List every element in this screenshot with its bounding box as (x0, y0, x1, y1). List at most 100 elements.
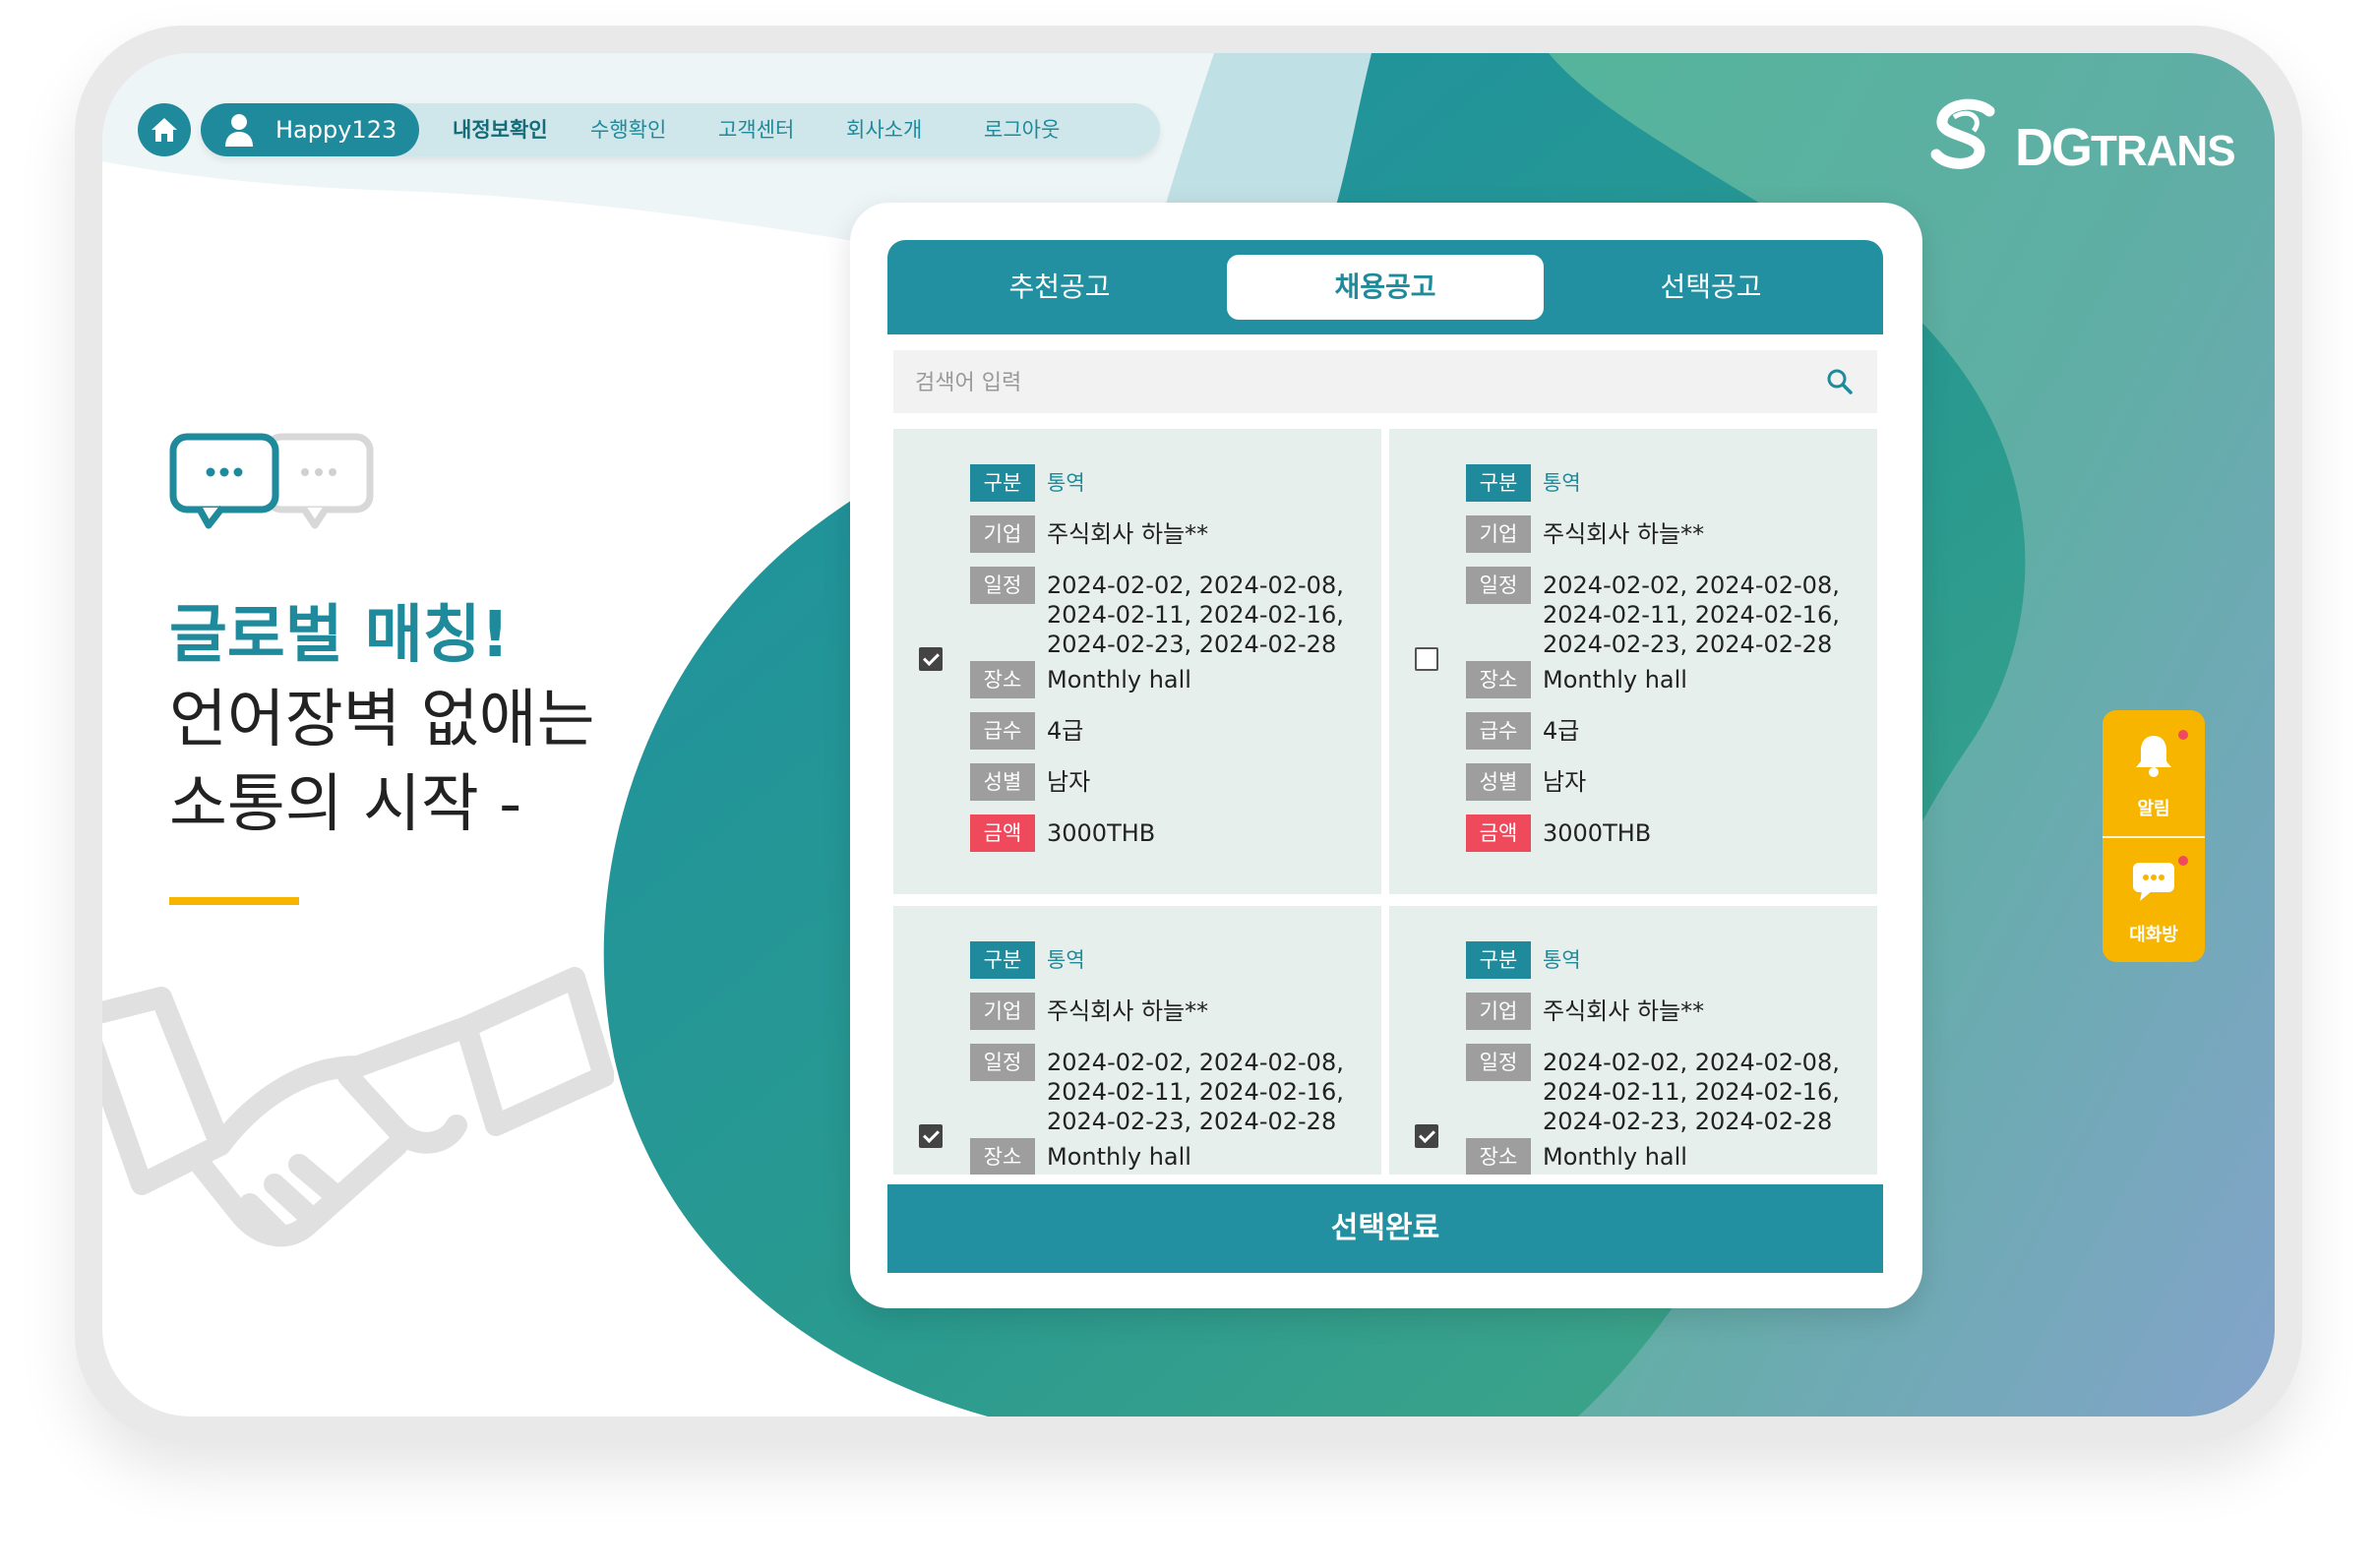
floating-menu: 알림 대화방 (2103, 710, 2205, 962)
field-tag-type: 구분 (1466, 464, 1531, 502)
field-tag-company: 기업 (1466, 515, 1531, 553)
field-tag-grade: 급수 (1466, 712, 1531, 750)
field-row-gender: 성별 남자 (970, 763, 1090, 801)
field-value-amount: 3000THB (1543, 819, 1652, 847)
nav-company-intro[interactable]: 회사소개 (846, 103, 922, 156)
alarm-badge (2178, 730, 2188, 740)
home-button[interactable] (138, 103, 191, 156)
select-complete-button[interactable]: 선택완료 (887, 1184, 1883, 1273)
field-row-place: 장소 Monthly hall (970, 1138, 1191, 1175)
field-value-company: 주식회사 하늘** (1543, 997, 1705, 1025)
field-value-place: Monthly hall (1047, 1143, 1191, 1171)
field-value-gender: 남자 (1543, 768, 1587, 796)
field-row-type: 구분 통역 (1466, 941, 1581, 979)
field-value-type: 통역 (1047, 948, 1085, 972)
tab-recommended[interactable]: 추천공고 (901, 255, 1218, 320)
field-tag-company: 기업 (970, 993, 1035, 1030)
field-tag-type: 구분 (970, 464, 1035, 502)
field-row-amount: 금액 3000THB (1466, 814, 1651, 852)
top-navbar: Happy123 내정보확인 수행확인 고객센터 회사소개 로그아웃 (201, 103, 1160, 156)
nav-performance-check[interactable]: 수행확인 (590, 103, 666, 156)
bell-icon (2136, 736, 2171, 777)
field-row-company: 기업 주식회사 하늘** (1466, 993, 1704, 1030)
field-tag-schedule: 일정 (1466, 1044, 1531, 1081)
field-tag-schedule: 일정 (1466, 567, 1531, 604)
search-bar (893, 350, 1877, 415)
field-value-amount: 3000THB (1047, 819, 1156, 847)
field-row-place: 장소 Monthly hall (1466, 1138, 1687, 1175)
field-row-gender: 성별 남자 (1466, 763, 1586, 801)
tab-recruitment[interactable]: 채용공고 (1227, 255, 1544, 320)
field-row-schedule: 일정 2024-02-02, 2024-02-08, 2024-02-11, 20… (1466, 1044, 1858, 1136)
field-row-company: 기업 주식회사 하늘** (970, 993, 1208, 1030)
field-tag-amount: 금액 (1466, 814, 1531, 852)
field-tag-place: 장소 (970, 661, 1035, 698)
alarm-button[interactable]: 알림 (2103, 710, 2205, 834)
field-value-schedule: 2024-02-02, 2024-02-08, 2024-02-11, 2024… (1047, 572, 1344, 658)
chat-badge (2178, 856, 2188, 866)
field-tag-amount: 금액 (970, 814, 1035, 852)
dgtrans-logo[interactable]: DGTRANS (1924, 97, 2239, 186)
field-row-place: 장소 Monthly hall (1466, 661, 1687, 698)
field-row-type: 구분 통역 (970, 464, 1085, 502)
hero-subtitle-line2: 소통의 시작 - (169, 768, 522, 841)
field-tag-grade: 급수 (970, 712, 1035, 750)
field-row-schedule: 일정 2024-02-02, 2024-02-08, 2024-02-11, 20… (970, 1044, 1362, 1136)
chat-icon (2133, 863, 2174, 901)
home-icon (152, 118, 177, 142)
field-row-company: 기업 주식회사 하늘** (970, 515, 1208, 553)
field-row-company: 기업 주식회사 하늘** (1466, 515, 1704, 553)
field-value-company: 주식회사 하늘** (1047, 520, 1209, 548)
job-card-list[interactable]: 구분 통역 기업 주식회사 하늘** 일정 2024-02-02, 2024-02-08,… (893, 429, 1877, 1175)
hero-subtitle-line1: 언어장벽 없애는 (169, 684, 595, 756)
logo-mark-icon (1930, 98, 1995, 169)
chatroom-button[interactable]: 대화방 (2103, 838, 2205, 962)
field-value-grade: 4급 (1047, 717, 1084, 745)
field-value-company: 주식회사 하늘** (1047, 997, 1209, 1025)
handshake-icon (102, 967, 614, 1247)
field-tag-company: 기업 (970, 515, 1035, 553)
field-row-place: 장소 Monthly hall (970, 661, 1191, 698)
field-value-gender: 남자 (1047, 768, 1091, 796)
field-value-type: 통역 (1543, 471, 1581, 495)
field-tag-place: 장소 (1466, 1138, 1531, 1175)
field-value-type: 통역 (1047, 471, 1085, 495)
search-input[interactable] (893, 350, 1802, 415)
job-card-checkbox[interactable] (1415, 647, 1438, 671)
user-profile-button[interactable]: Happy123 (201, 103, 419, 156)
nav-logout[interactable]: 로그아웃 (984, 103, 1060, 156)
job-card[interactable]: 구분 통역기업 주식회사 하늘** 일정 2024-02-02, 2024-02-08,… (1389, 906, 1877, 1175)
search-icon[interactable] (1824, 366, 1856, 397)
job-card[interactable]: 구분 통역기업 주식회사 하늘** 일정 2024-02-02, 2024-02-08,… (893, 429, 1381, 894)
field-value-schedule: 2024-02-02, 2024-02-08, 2024-02-11, 2024… (1543, 572, 1840, 658)
field-tag-company: 기업 (1466, 993, 1531, 1030)
field-tag-place: 장소 (1466, 661, 1531, 698)
job-card-checkbox[interactable] (919, 1124, 943, 1148)
nav-my-info[interactable]: 내정보확인 (453, 103, 548, 156)
field-tag-schedule: 일정 (970, 567, 1035, 604)
job-card-checkbox[interactable] (1415, 1124, 1438, 1148)
logo-text: DGTRANS (2015, 118, 2236, 177)
field-value-grade: 4급 (1543, 717, 1580, 745)
job-panel: 추천공고 채용공고 선택공고 구분통역기업주식회사 하늘**일정2024-02-… (850, 203, 1922, 1308)
field-tag-place: 장소 (970, 1138, 1035, 1175)
app-screen: Happy123 내정보확인 수행확인 고객센터 회사소개 로그아웃 DGTRA… (102, 53, 2275, 1417)
chatroom-label: 대화방 (2129, 925, 2178, 945)
field-row-grade: 급수 4급 (1466, 712, 1579, 750)
job-card[interactable]: 구분 통역 기업 주식회사 하늘** 일정 2024-02-02, 2024-02-08,… (893, 906, 1381, 1175)
nav-customer-center[interactable]: 고객센터 (718, 103, 794, 156)
field-value-company: 주식회사 하늘** (1543, 520, 1705, 548)
field-value-schedule: 2024-02-02, 2024-02-08, 2024-02-11, 2024… (1047, 1049, 1344, 1135)
field-tag-type: 구분 (1466, 941, 1531, 979)
job-card-checkbox[interactable] (919, 647, 943, 671)
username: Happy123 (275, 116, 397, 144)
field-value-place: Monthly hall (1047, 666, 1191, 694)
tab-selected[interactable]: 선택공고 (1553, 255, 1869, 320)
field-row-schedule: 일정 2024-02-02, 2024-02-08, 2024-02-11, 20… (1466, 567, 1858, 659)
field-row-schedule: 일정 2024-02-02, 2024-02-08, 2024-02-11, 20… (970, 567, 1362, 659)
job-card[interactable]: 구분 통역기업 주식회사 하늘** 일정 2024-02-02, 2024-02-08,… (1389, 429, 1877, 894)
alarm-label: 알림 (2137, 799, 2170, 819)
user-icon (225, 114, 253, 147)
tab-bar: 추천공고 채용공고 선택공고 (887, 240, 1883, 334)
field-tag-gender: 성별 (1466, 763, 1531, 801)
